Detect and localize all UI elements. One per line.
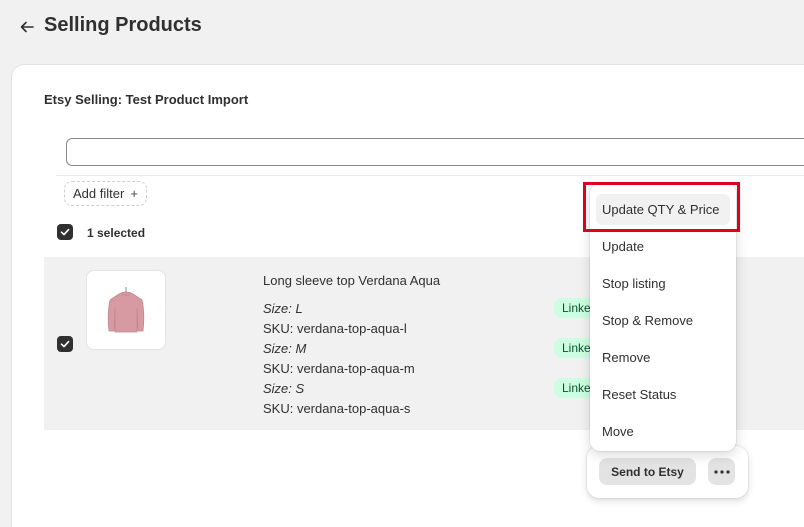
ellipsis-icon xyxy=(713,469,730,474)
checkmark-icon xyxy=(60,340,70,348)
add-filter-button[interactable]: Add filter + xyxy=(64,181,147,206)
menu-item-reset-status[interactable]: Reset Status xyxy=(596,379,730,410)
selected-count: 1 selected xyxy=(87,226,146,240)
variant-size: Size: L xyxy=(263,301,303,316)
variant-sku: SKU: verdana-top-aqua-l xyxy=(263,321,407,336)
menu-item-stop-remove[interactable]: Stop & Remove xyxy=(596,305,730,336)
bulk-action-bar: Send to Etsy xyxy=(587,446,748,498)
menu-item-update-qty-price[interactable]: Update QTY & Price xyxy=(596,194,730,225)
row-checkbox[interactable] xyxy=(57,336,73,352)
search-input[interactable] xyxy=(66,138,804,166)
checkmark-icon xyxy=(60,228,70,236)
back-button[interactable] xyxy=(16,16,38,38)
menu-item-remove[interactable]: Remove xyxy=(596,342,730,373)
variant-sku: SKU: verdana-top-aqua-s xyxy=(263,401,411,416)
menu-item-update[interactable]: Update xyxy=(596,231,730,262)
arrow-left-icon xyxy=(20,21,34,33)
product-name[interactable]: Long sleeve top Verdana Aqua xyxy=(263,273,440,288)
card-title: Etsy Selling: Test Product Import xyxy=(44,92,249,107)
menu-item-stop-listing[interactable]: Stop listing xyxy=(596,268,730,299)
product-thumbnail[interactable] xyxy=(86,270,166,350)
menu-item-move[interactable]: Move xyxy=(596,416,730,447)
page-title: Selling Products xyxy=(44,14,202,36)
actions-menu: Update QTY & Price Update Stop listing S… xyxy=(590,183,736,451)
page-header: Selling Products xyxy=(0,0,804,56)
select-all-checkbox[interactable] xyxy=(57,224,73,240)
variant-size: Size: M xyxy=(263,341,307,356)
more-actions-button[interactable] xyxy=(708,458,735,485)
variant-sku: SKU: verdana-top-aqua-m xyxy=(263,361,415,376)
divider xyxy=(56,175,804,176)
variant-size: Size: S xyxy=(263,381,305,396)
add-filter-label: Add filter xyxy=(73,186,125,201)
plus-icon: + xyxy=(130,186,138,201)
sweater-image xyxy=(107,287,145,333)
send-to-etsy-button[interactable]: Send to Etsy xyxy=(599,458,696,485)
